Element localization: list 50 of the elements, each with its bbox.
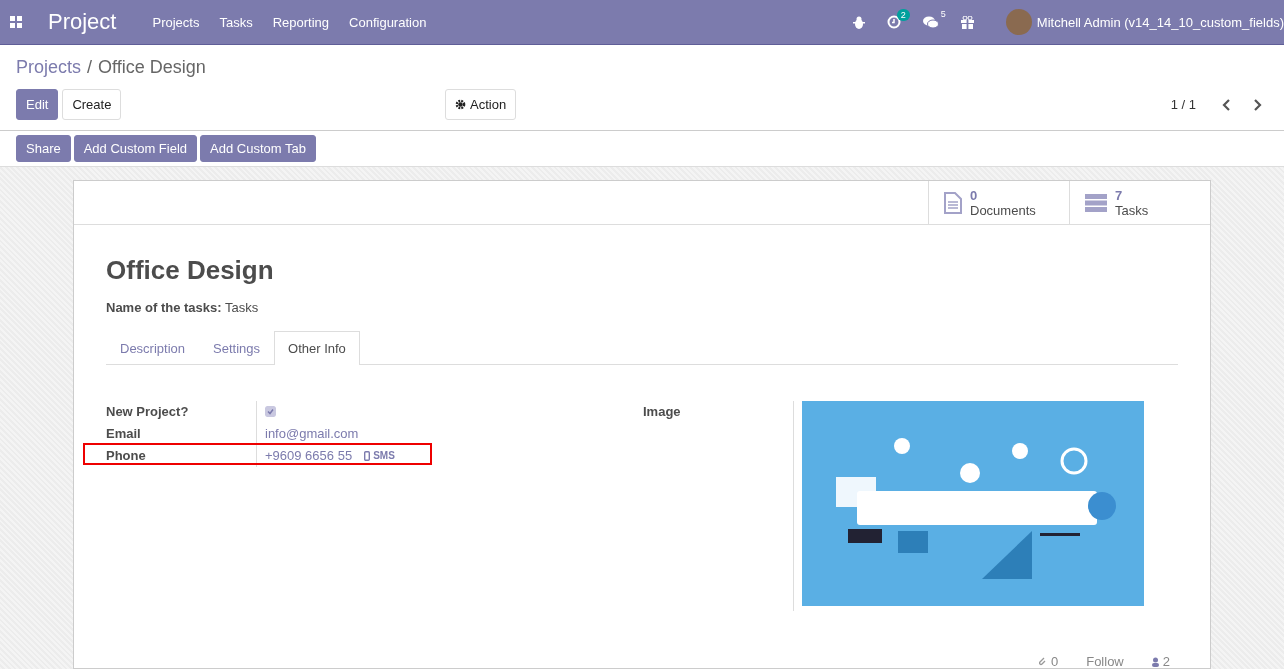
sms-link[interactable]: SMS — [364, 450, 395, 461]
field-label: Name of the tasks: — [106, 300, 222, 315]
pager-value: 1 / 1 — [1170, 97, 1196, 112]
attachment-count[interactable]: 0 — [1038, 654, 1059, 669]
gift-icon[interactable] — [960, 15, 974, 29]
user-name[interactable]: Mitchell Admin (v14_14_10_custom_fields) — [1036, 14, 1284, 30]
field-label: Image — [643, 403, 682, 421]
field-label: New Project? — [106, 403, 190, 421]
field-value: Tasks — [225, 300, 259, 315]
tab[interactable]: Description — [106, 331, 200, 365]
app-name: Project — [48, 9, 117, 35]
menu-item[interactable]: Tasks — [219, 14, 253, 30]
apps-menu-icon[interactable] — [10, 16, 22, 28]
bug-icon[interactable] — [852, 15, 865, 29]
field-label: Phone — [106, 445, 256, 467]
toolbar-button[interactable]: Add Custom Tab — [200, 135, 316, 162]
menu-item[interactable]: Reporting — [272, 14, 330, 30]
menu-item[interactable]: Configuration — [349, 14, 427, 30]
breadcrumb-link[interactable]: Projects — [16, 57, 82, 78]
message-count: 5 — [940, 8, 946, 19]
next-icon[interactable] — [1252, 98, 1262, 111]
toolbar-button[interactable]: Share — [16, 135, 71, 162]
paperclip-icon — [1038, 656, 1047, 667]
email-link[interactable]: info@gmail.com — [265, 426, 359, 441]
tasks-button[interactable]: 7 Tasks — [1069, 181, 1210, 224]
breadcrumb-current: Office Design — [98, 57, 206, 78]
record-title: Office Design — [106, 255, 275, 286]
documents-button[interactable]: 0 Documents — [928, 181, 1069, 224]
activity-count: 2 — [896, 9, 910, 21]
follower-count[interactable]: 2 — [1151, 654, 1170, 669]
breadcrumb-separator: / — [87, 57, 93, 78]
phone-link[interactable]: +9609 6656 55 — [265, 448, 353, 463]
clock-icon[interactable] — [886, 15, 901, 29]
field-label: Email — [106, 425, 142, 443]
gear-icon — [455, 99, 466, 110]
document-icon — [944, 191, 962, 214]
checkbox[interactable] — [265, 406, 276, 417]
person-icon — [1151, 656, 1159, 667]
server-icon — [1085, 193, 1107, 212]
previous-icon[interactable] — [1222, 98, 1232, 111]
follow-link[interactable]: Follow — [1086, 654, 1124, 669]
action-button[interactable]: Action — [445, 89, 517, 120]
create-button[interactable]: Create — [62, 89, 122, 120]
toolbar-button[interactable]: Add Custom Field — [73, 135, 198, 162]
tab[interactable]: Other Info — [274, 331, 360, 365]
menu-item[interactable]: Projects — [152, 14, 200, 30]
phone-icon — [364, 450, 371, 461]
chat-icon[interactable] — [922, 15, 939, 29]
edit-button[interactable]: Edit — [16, 89, 59, 120]
tab[interactable]: Settings — [199, 331, 274, 365]
